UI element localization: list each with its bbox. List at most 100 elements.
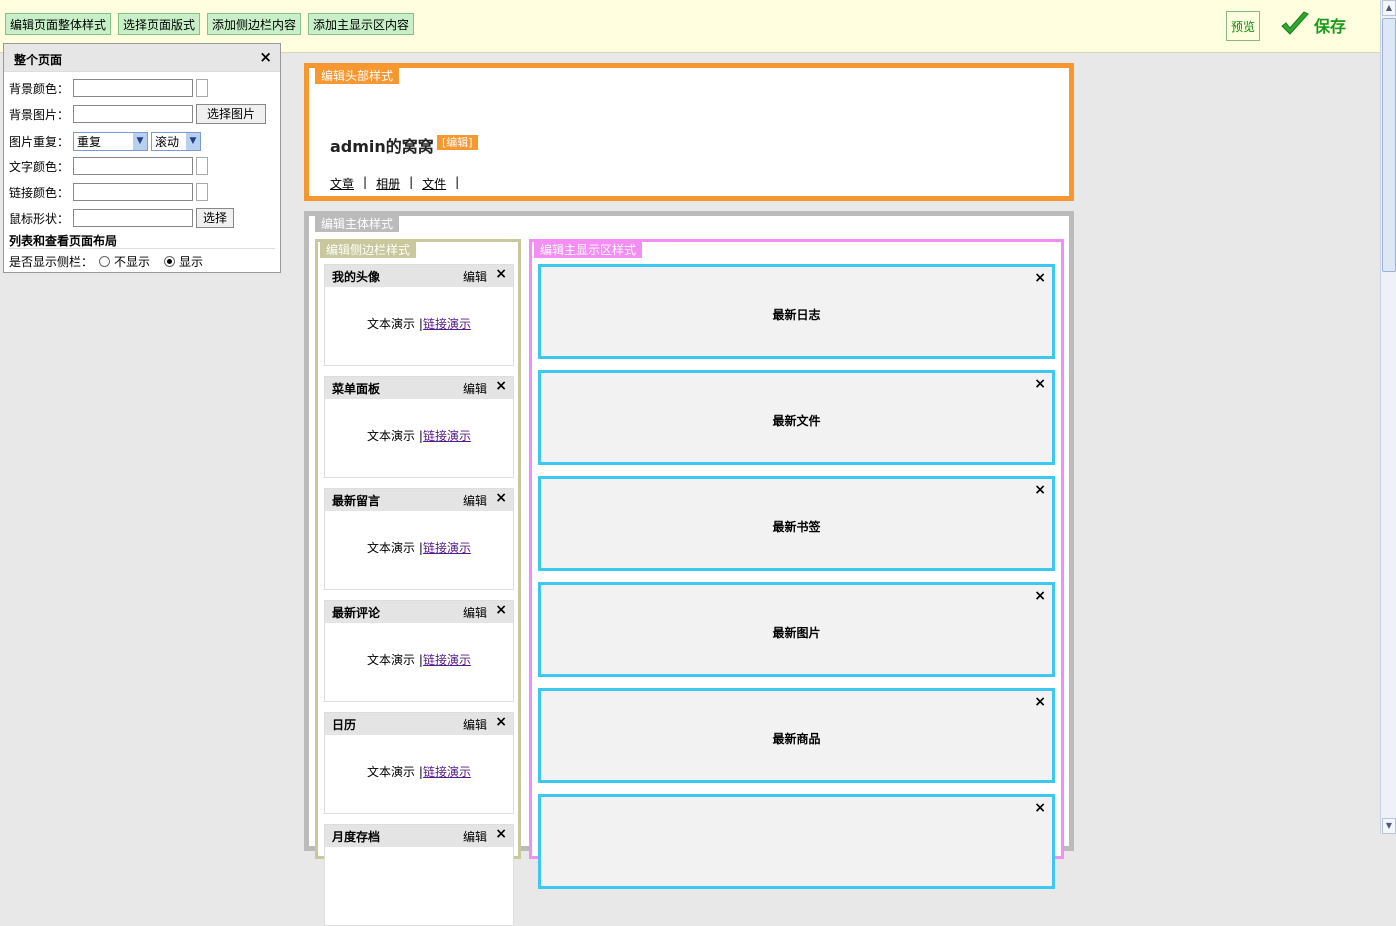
sidebar-widget[interactable]: 菜单面板 编辑 × 文本演示 |链接演示: [324, 376, 514, 478]
content-block[interactable]: ×: [538, 794, 1055, 889]
choose-image-button[interactable]: 选择图片: [196, 104, 266, 124]
content-block[interactable]: × 最新文件: [538, 370, 1055, 465]
sidebar-widget[interactable]: 日历 编辑 × 文本演示 |链接演示: [324, 712, 514, 814]
widget-title: 我的头像: [332, 270, 381, 284]
main-content-section[interactable]: 编辑主显示区样式 × 最新日志 × 最新文件 × 最新书签 × 最新图片 × 最…: [529, 239, 1064, 889]
bg-color-swatch[interactable]: [196, 79, 208, 97]
text-color-swatch[interactable]: [196, 157, 208, 175]
content-block[interactable]: × 最新书签: [538, 476, 1055, 571]
widget-title: 日历: [332, 718, 357, 732]
scroll-up-icon[interactable]: ▲: [1382, 0, 1396, 16]
header-section[interactable]: 编辑头部样式 admin的窝窝 [编辑] 文章 | 相册 | 文件 |: [304, 63, 1074, 201]
demo-link[interactable]: 链接演示: [423, 429, 471, 443]
bg-color-label: 背景颜色：: [9, 81, 70, 96]
widget-header: 菜单面板 编辑 ×: [325, 377, 513, 399]
content-block[interactable]: × 最新日志: [538, 264, 1055, 359]
widget-title: 最新评论: [332, 606, 381, 620]
widget-edit-button[interactable]: 编辑: [463, 604, 487, 621]
close-icon[interactable]: ×: [1034, 800, 1046, 816]
save-button[interactable]: 保存: [1280, 10, 1346, 40]
close-icon[interactable]: ×: [1034, 376, 1046, 392]
demo-text: 文本演示: [367, 653, 416, 667]
sidebar-widget[interactable]: 月度存档 编辑 ×: [324, 824, 514, 926]
close-icon[interactable]: ×: [495, 602, 507, 618]
cursor-label: 鼠标形状：: [9, 211, 70, 226]
body-section[interactable]: 编辑主体样式 编辑侧边栏样式 我的头像 编辑 × 文本演示 |链接演示 菜单面板…: [304, 211, 1074, 926]
bg-color-input[interactable]: [73, 79, 193, 97]
sidebar-widget[interactable]: 最新留言 编辑 × 文本演示 |链接演示: [324, 488, 514, 590]
edit-content-style-tag[interactable]: 编辑主显示区样式: [534, 242, 643, 258]
text-color-row: 文字颜色：: [9, 156, 208, 176]
sidebar-widget[interactable]: 我的头像 编辑 × 文本演示 |链接演示: [324, 264, 514, 366]
cursor-input[interactable]: [73, 209, 193, 227]
text-color-input[interactable]: [73, 157, 193, 175]
close-icon[interactable]: ×: [1034, 588, 1046, 604]
chevron-down-icon: ▼: [186, 132, 200, 150]
add-main-content-button[interactable]: 添加主显示区内容: [308, 13, 415, 35]
widget-body: 文本演示 |链接演示: [325, 539, 513, 556]
widget-title: 菜单面板: [332, 382, 381, 396]
content-block-title: 最新书签: [772, 520, 821, 534]
close-icon[interactable]: ×: [495, 378, 507, 394]
edit-header-style-tag[interactable]: 编辑头部样式: [315, 68, 400, 84]
close-icon[interactable]: ×: [495, 714, 507, 730]
content-block-title: 最新日志: [772, 308, 821, 322]
show-sidebar-radio[interactable]: [164, 255, 176, 267]
sidebar-widget[interactable]: 最新评论 编辑 × 文本演示 |链接演示: [324, 600, 514, 702]
scrollbar-thumb[interactable]: [1382, 18, 1396, 272]
demo-text: 文本演示: [367, 765, 416, 779]
link-color-swatch[interactable]: [196, 183, 208, 201]
nav-separator: |: [409, 175, 414, 189]
demo-link[interactable]: 链接演示: [423, 765, 471, 779]
panel-title: 整个页面: [14, 53, 63, 67]
sidebar-section[interactable]: 编辑侧边栏样式 我的头像 编辑 × 文本演示 |链接演示 菜单面板 编辑 × 文…: [315, 239, 521, 926]
sidebar-toggle-label: 是否显示侧栏：: [9, 254, 94, 269]
scroll-select-value: 滚动: [155, 134, 180, 149]
close-icon[interactable]: ×: [1034, 270, 1046, 286]
edit-title-button[interactable]: [编辑]: [437, 135, 478, 150]
bg-image-input[interactable]: [73, 105, 193, 123]
header-nav: 文章 | 相册 | 文件 |: [330, 175, 468, 192]
vertical-scrollbar[interactable]: ▲ ▼: [1380, 0, 1396, 834]
link-color-input[interactable]: [73, 183, 193, 201]
choose-cursor-button[interactable]: 选择: [196, 208, 235, 228]
demo-link[interactable]: 链接演示: [423, 317, 471, 331]
hide-sidebar-radio[interactable]: [99, 255, 111, 267]
nav-files-link[interactable]: 文件: [422, 175, 446, 192]
layout-heading: 列表和查看页面布局: [9, 233, 118, 248]
choose-layout-button[interactable]: 选择页面版式: [118, 13, 201, 35]
panel-close-icon[interactable]: ×: [259, 48, 272, 66]
widget-header: 我的头像 编辑 ×: [325, 265, 513, 287]
widget-edit-button[interactable]: 编辑: [463, 268, 487, 285]
edit-sidebar-style-tag[interactable]: 编辑侧边栏样式: [320, 242, 417, 258]
divider: [9, 248, 275, 249]
add-sidebar-content-button[interactable]: 添加侧边栏内容: [207, 13, 302, 35]
close-icon[interactable]: ×: [1034, 694, 1046, 710]
site-title: admin的窝窝: [330, 137, 434, 156]
widget-header: 月度存档 编辑 ×: [325, 825, 513, 847]
nav-album-link[interactable]: 相册: [376, 175, 400, 192]
content-block[interactable]: × 最新图片: [538, 582, 1055, 677]
nav-articles-link[interactable]: 文章: [330, 175, 354, 192]
widget-body: 文本演示 |链接演示: [325, 427, 513, 444]
close-icon[interactable]: ×: [495, 490, 507, 506]
widget-body: 文本演示 |链接演示: [325, 315, 513, 332]
edit-page-style-button[interactable]: 编辑页面整体样式: [5, 13, 112, 35]
widget-edit-button[interactable]: 编辑: [463, 716, 487, 733]
content-block-title: 最新文件: [772, 414, 821, 428]
close-icon[interactable]: ×: [1034, 482, 1046, 498]
widget-edit-button[interactable]: 编辑: [463, 492, 487, 509]
scroll-select[interactable]: 滚动 ▼: [151, 131, 201, 151]
demo-link[interactable]: 链接演示: [423, 541, 471, 555]
edit-body-style-tag[interactable]: 编辑主体样式: [315, 216, 400, 232]
widget-edit-button[interactable]: 编辑: [463, 380, 487, 397]
scroll-down-icon[interactable]: ▼: [1382, 818, 1396, 834]
demo-link[interactable]: 链接演示: [423, 653, 471, 667]
repeat-select[interactable]: 重复 ▼: [73, 131, 148, 151]
close-icon[interactable]: ×: [495, 826, 507, 842]
hide-sidebar-label: 不显示: [114, 254, 151, 269]
preview-button[interactable]: 预览: [1226, 11, 1260, 41]
widget-edit-button[interactable]: 编辑: [463, 828, 487, 845]
close-icon[interactable]: ×: [495, 266, 507, 282]
content-block[interactable]: × 最新商品: [538, 688, 1055, 783]
